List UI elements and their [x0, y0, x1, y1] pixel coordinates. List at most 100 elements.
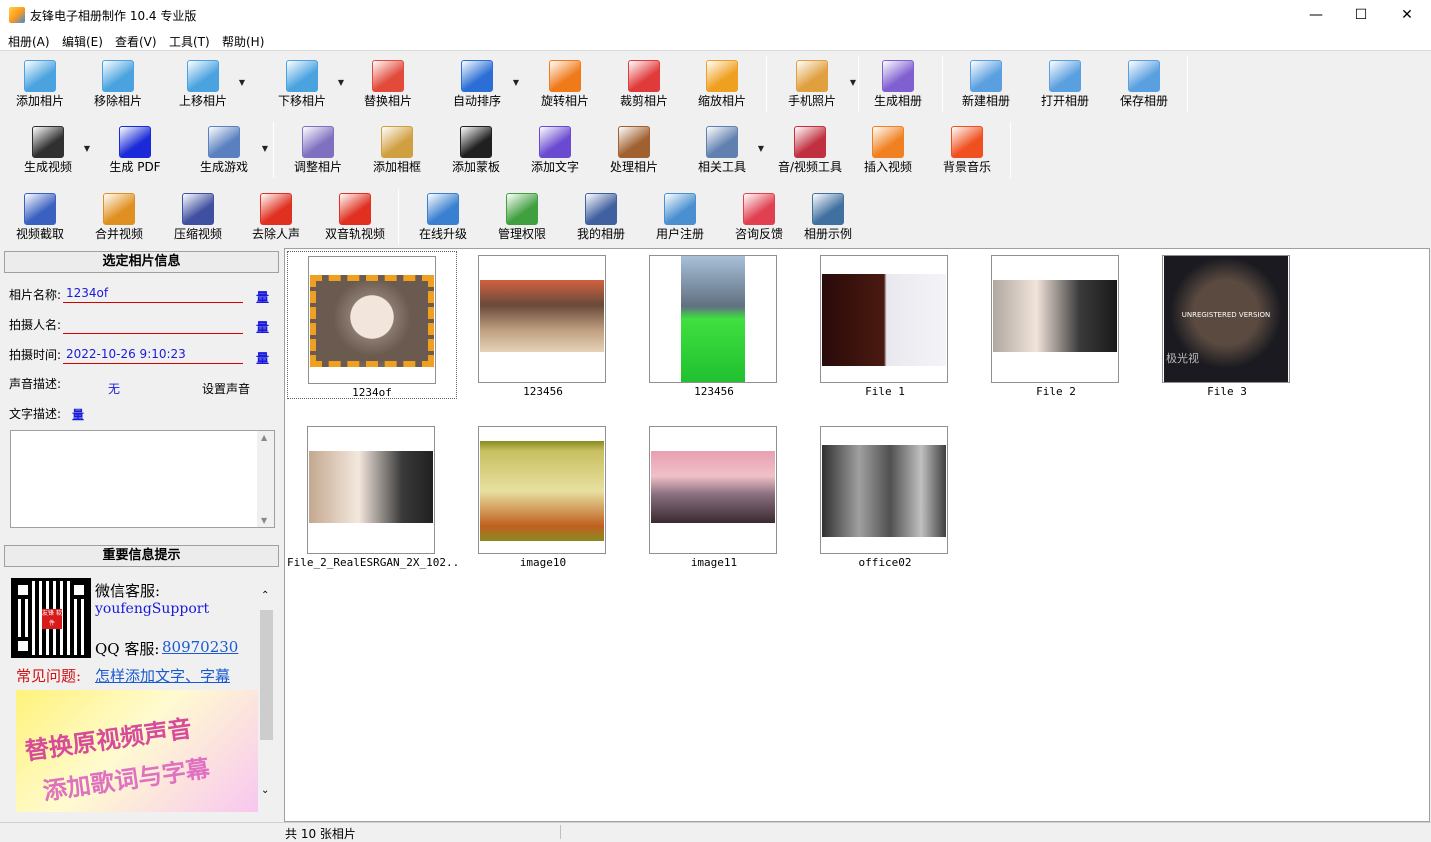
dropdown-arrow-icon[interactable]: ▼ [338, 78, 344, 87]
dropdown-arrow-icon[interactable]: ▼ [262, 144, 268, 153]
set-sound-button[interactable]: 设置声音 [202, 380, 250, 397]
photo-thumbnail[interactable]: image11 [629, 422, 799, 570]
toolbar-label: 新建相册 [961, 94, 1010, 108]
toolbar-button-my-album[interactable]: 我的相册 [569, 185, 633, 247]
edit-time-icon[interactable]: 量 [256, 348, 269, 367]
toolbar-separator [942, 56, 943, 112]
edit-photographer-icon[interactable]: 量 [256, 317, 269, 336]
promo-banner[interactable]: 替换原视频声音 添加歌词与字幕 [16, 690, 258, 812]
toolbar-button-merge-video[interactable]: 合并视频 [87, 185, 151, 247]
scroll-down-icon[interactable]: ▼ [261, 516, 267, 525]
toolbar-button-text[interactable]: 添加文字 [523, 118, 587, 180]
menu-album[interactable]: 相册(A) [8, 33, 50, 50]
text-desc-label: 文字描述: [9, 407, 62, 421]
toolbar-button-insert-video[interactable]: 插入视频 [856, 118, 920, 180]
insert-video-icon [872, 126, 904, 158]
shot-time-field[interactable]: 2022-10-26 9:10:23 [63, 346, 243, 364]
menu-tools[interactable]: 工具(T) [169, 33, 210, 50]
toolbar-button-feedback[interactable]: 咨询反馈 [727, 185, 791, 247]
toolbar-button-mask[interactable]: 添加蒙板 [444, 118, 508, 180]
edit-text-icon[interactable]: 量 [72, 406, 84, 423]
notice-scroll-up-icon[interactable]: ⌃ [261, 590, 269, 601]
photo-thumbnail[interactable]: 1234of [287, 251, 457, 399]
toolbar-button-move-up-photo[interactable]: 上移相片 ▼ [163, 52, 245, 114]
toolbar-button-sort-az[interactable]: 自动排序 ▼ [437, 52, 519, 114]
photo-thumbnail[interactable]: image10 [458, 422, 628, 570]
register-icon [664, 193, 696, 225]
toolbar-button-crop[interactable]: 裁剪相片 [612, 52, 676, 114]
toolbar-button-pdf[interactable]: 生成 PDF [103, 118, 167, 180]
faq-link[interactable]: 怎样添加文字、字幕 [95, 665, 230, 686]
upgrade-icon [427, 193, 459, 225]
photo-thumbnail[interactable]: 123456 [458, 251, 628, 399]
photo-thumbnail[interactable]: File_2_RealESRGAN_2X_102... [287, 422, 457, 570]
notice-scroll-thumb[interactable] [260, 610, 273, 740]
photo-name-field[interactable]: 1234of [63, 285, 243, 303]
toolbar-button-remove-photo[interactable]: 移除相片 [86, 52, 150, 114]
toolbar-button-build-album[interactable]: 生成相册 [866, 52, 930, 114]
dropdown-arrow-icon[interactable]: ▼ [239, 78, 245, 87]
toolbar-separator [766, 56, 767, 112]
close-button[interactable]: ✕ [1384, 0, 1430, 30]
menu-view[interactable]: 查看(V) [115, 33, 157, 50]
edit-name-icon[interactable]: 量 [256, 287, 269, 306]
toolbar-button-tools[interactable]: 相关工具 ▼ [682, 118, 764, 180]
scroll-up-icon[interactable]: ▲ [261, 433, 267, 442]
toolbar-label: 调整相片 [293, 160, 342, 174]
add-photo-icon [24, 60, 56, 92]
dropdown-arrow-icon[interactable]: ▼ [850, 78, 856, 87]
toolbar-button-add-photo[interactable]: 添加相片 [8, 52, 72, 114]
dropdown-arrow-icon[interactable]: ▼ [84, 144, 90, 153]
qr-logo: 友锋 软件 [42, 609, 62, 629]
qr-finder-bl [14, 637, 32, 655]
photo-thumbnail[interactable]: UNREGISTERED VERSION 极光视 File 3 [1142, 251, 1312, 399]
toolbar-button-shield[interactable]: 管理权限 [490, 185, 554, 247]
toolbar-button-av-tools[interactable]: 音/视频工具 [771, 118, 849, 180]
photo-thumbnail[interactable]: office02 [800, 422, 970, 570]
toolbar-button-remove-vocal[interactable]: 去除人声 [244, 185, 308, 247]
toolbar-button-frame[interactable]: 添加相框 [365, 118, 429, 180]
remove-vocal-icon [260, 193, 292, 225]
toolbar-button-save-album[interactable]: 保存相册 [1112, 52, 1176, 114]
menu-edit[interactable]: 编辑(E) [62, 33, 103, 50]
toolbar-button-adjust[interactable]: 调整相片 [286, 118, 350, 180]
toolbar-button-music[interactable]: 背景音乐 [935, 118, 999, 180]
text-area-scrollbar[interactable]: ▲ ▼ [257, 431, 274, 527]
photo-thumbnail[interactable]: File 1 [800, 251, 970, 399]
toolbar-button-example[interactable]: 相册示例 [796, 185, 860, 247]
toolbar-button-dual-audio[interactable]: 双音轨视频 [323, 185, 387, 247]
text-description-area[interactable]: ▲ ▼ [10, 430, 275, 528]
toolbar-button-replace-photo[interactable]: 替换相片 [356, 52, 420, 114]
toolbar-button-register[interactable]: 用户注册 [648, 185, 712, 247]
toolbar-button-phone[interactable]: 手机照片 ▼ [770, 52, 856, 114]
toolbar-button-zoom[interactable]: 缩放相片 [690, 52, 754, 114]
window-title: 友锋电子相册制作 10.4 专业版 [30, 9, 197, 23]
toolbar-button-process[interactable]: 处理相片 [602, 118, 666, 180]
photo-thumbnail[interactable]: 123456 [629, 251, 799, 399]
replace-photo-icon [372, 60, 404, 92]
toolbar-button-rotate[interactable]: 旋转相片 [533, 52, 597, 114]
photographer-field[interactable] [63, 316, 243, 334]
toolbar-label: 生成相册 [873, 94, 922, 108]
dropdown-arrow-icon[interactable]: ▼ [758, 144, 764, 153]
photo-thumbnail[interactable]: File 2 [971, 251, 1141, 399]
toolbar-button-gamepad[interactable]: 生成游戏 ▼ [182, 118, 268, 180]
notice-scrollbar[interactable]: ⌃ ⌄ [259, 582, 274, 804]
toolbar-button-new-album[interactable]: 新建相册 [954, 52, 1018, 114]
photo-grid[interactable]: 1234of 123456 123456 File 1 File 2 UNREGISTER… [284, 248, 1430, 822]
toolbar-button-video-cut[interactable]: 视频截取 [8, 185, 72, 247]
minimize-button[interactable]: — [1293, 0, 1339, 30]
toolbar-label: 音/视频工具 [777, 160, 843, 174]
open-album-icon [1049, 60, 1081, 92]
notice-scroll-down-icon[interactable]: ⌄ [261, 785, 269, 796]
toolbar-button-open-album[interactable]: 打开相册 [1033, 52, 1097, 114]
qq-number-link[interactable]: 80970230 [162, 638, 238, 656]
toolbar-button-compress-video[interactable]: 压缩视频 [166, 185, 230, 247]
thumbnail-frame [649, 426, 777, 554]
maximize-button[interactable]: ☐ [1338, 0, 1384, 30]
dropdown-arrow-icon[interactable]: ▼ [513, 78, 519, 87]
toolbar-button-film[interactable]: 生成视频 ▼ [8, 118, 90, 180]
toolbar-button-upgrade[interactable]: 在线升级 [411, 185, 475, 247]
toolbar-button-move-down-photo[interactable]: 下移相片 ▼ [262, 52, 344, 114]
menu-help[interactable]: 帮助(H) [222, 33, 264, 50]
